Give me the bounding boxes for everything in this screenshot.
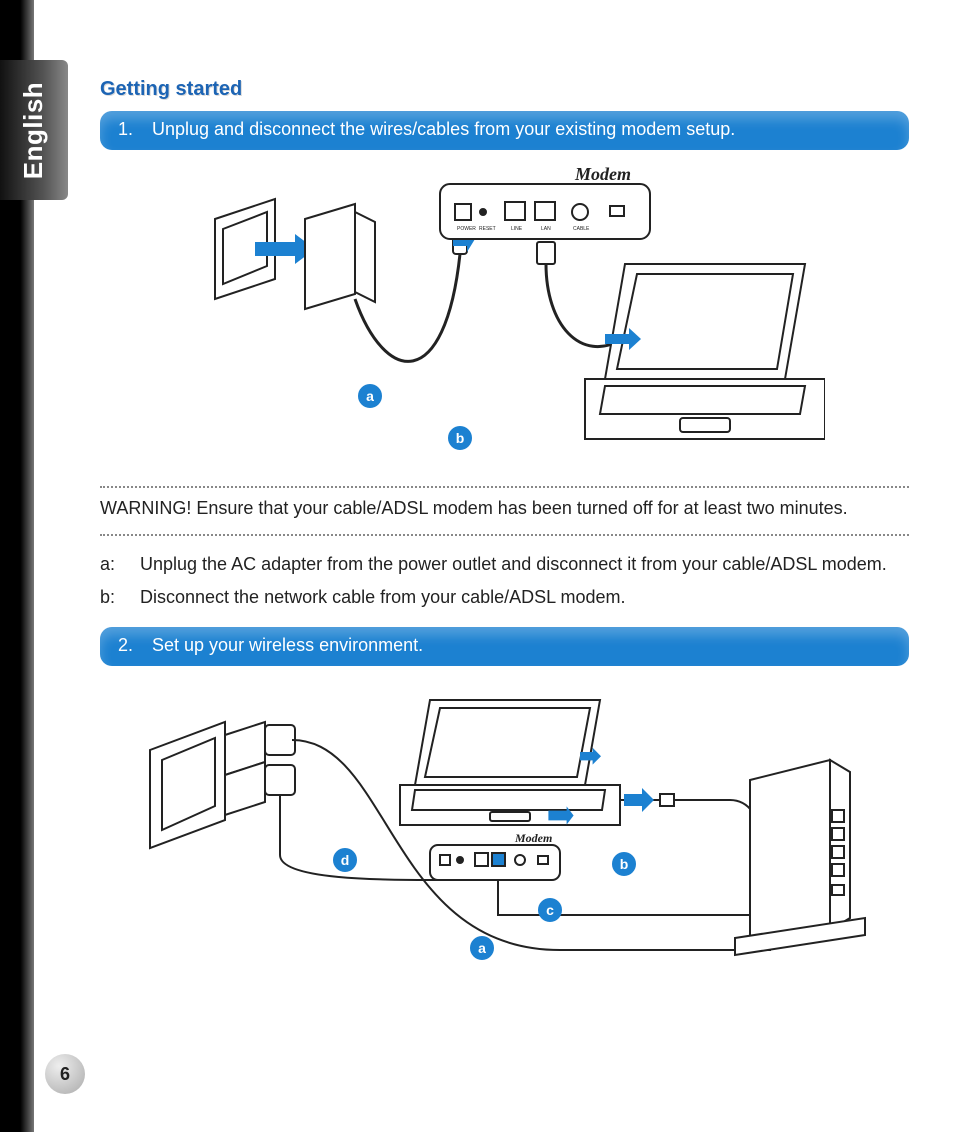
page-content: Getting started 1. Unplug and disconnect…	[100, 78, 909, 992]
step-2-text: Set up your wireless environment.	[152, 635, 423, 656]
step-1-text: Unplug and disconnect the wires/cables f…	[152, 119, 735, 140]
diagram1-label-a: a	[358, 384, 382, 408]
svg-text:POWER: POWER	[457, 226, 476, 232]
section-title: Getting started	[100, 78, 909, 101]
diagram2-label-a: a	[470, 936, 494, 960]
step-2-bar: 2. Set up your wireless environment.	[100, 627, 909, 666]
warning-text: WARNING! Ensure that your cable/ADSL mod…	[100, 494, 909, 526]
svg-text:CABLE: CABLE	[573, 226, 590, 232]
explain-a-row: a: Unplug the AC adapter from the power …	[100, 552, 909, 576]
explain-a-key: a:	[100, 552, 122, 576]
explain-a-text: Unplug the AC adapter from the power out…	[140, 552, 887, 576]
diagram2-label-b: b	[612, 852, 636, 876]
diagram1-label-b: b	[448, 426, 472, 450]
explain-b-row: b: Disconnect the network cable from you…	[100, 585, 909, 609]
step-2-number: 2.	[118, 635, 140, 656]
language-tab: English	[0, 60, 68, 200]
modem-label-1: Modem	[574, 164, 631, 184]
language-label: English	[19, 81, 50, 178]
step-1-bar: 1. Unplug and disconnect the wires/cable…	[100, 111, 909, 150]
step-1-number: 1.	[118, 119, 140, 140]
svg-text:RESET: RESET	[479, 226, 496, 232]
explain-b-key: b:	[100, 585, 122, 609]
diagram-2: Modem d b c a	[100, 680, 909, 980]
diagram-1: Modem POWER RESET LINE LAN CABLE	[100, 164, 909, 474]
svg-text:Modem: Modem	[514, 831, 552, 845]
diagram-1-svg: Modem POWER RESET LINE LAN CABLE	[185, 164, 825, 464]
dotted-separator-bottom	[100, 534, 909, 536]
page-number: 6	[45, 1054, 85, 1094]
svg-text:LINE: LINE	[511, 226, 523, 232]
step1-explanations: a: Unplug the AC adapter from the power …	[100, 552, 909, 609]
diagram2-label-c: c	[538, 898, 562, 922]
diagram2-label-d: d	[333, 848, 357, 872]
dotted-separator-top	[100, 486, 909, 488]
explain-b-text: Disconnect the network cable from your c…	[140, 585, 626, 609]
svg-text:LAN: LAN	[541, 226, 551, 232]
diagram-2-svg: Modem	[130, 680, 880, 970]
